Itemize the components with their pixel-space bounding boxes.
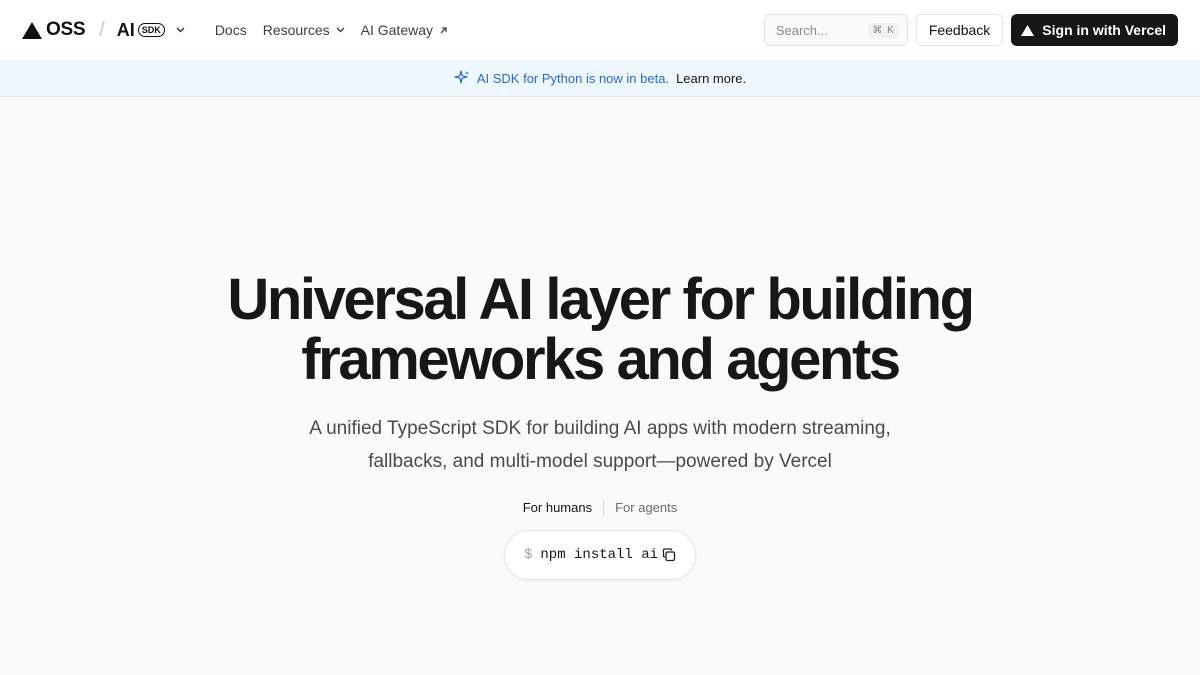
audience-tabs: For humans For agents <box>0 498 1200 517</box>
product-switcher[interactable]: AI SDK <box>117 20 185 41</box>
main-nav: Docs Resources AI Gateway <box>207 16 456 44</box>
copy-button[interactable] <box>659 545 679 565</box>
copy-icon <box>662 548 676 562</box>
hero-title: Universal AI layer for building framewor… <box>150 270 1050 390</box>
vercel-triangle-icon <box>1021 24 1035 36</box>
nav-item-ai-gateway[interactable]: AI Gateway <box>353 16 456 44</box>
nav-item-docs[interactable]: Docs <box>207 16 255 44</box>
learn-more-link[interactable]: Learn more. <box>676 71 746 86</box>
feedback-button[interactable]: Feedback <box>915 14 1004 46</box>
nav-item-label: Docs <box>214 22 247 38</box>
sign-in-label: Sign in with Vercel <box>1042 22 1166 38</box>
sign-in-button[interactable]: Sign in with Vercel <box>1011 14 1178 46</box>
brand-name: OSS <box>46 19 86 40</box>
chevron-down-icon <box>176 27 185 33</box>
top-header: OSS / AI SDK Docs Resources AI Gateway ⌘ <box>0 0 1200 60</box>
hero-title-line-1: Universal AI layer for building <box>227 267 975 332</box>
hero-subtitle-line-2: fallbacks, and multi-model support—power… <box>368 451 832 472</box>
hero-subtitle: A unified TypeScript SDK for building AI… <box>280 412 920 478</box>
install-command-box: $ npm install ai <box>504 530 696 580</box>
search-box[interactable]: ⌘ K <box>763 14 908 46</box>
triangle-logo-icon <box>22 21 42 39</box>
sparkle-icon <box>454 70 469 84</box>
install-command[interactable]: npm install ai <box>540 547 658 563</box>
nav-item-label: AI Gateway <box>360 22 434 38</box>
banner-text: AI SDK for Python is now in beta. <box>476 70 670 86</box>
announcement-banner: AI SDK for Python is now in beta. Learn … <box>0 60 1200 97</box>
arrow-up-right-icon <box>440 26 447 33</box>
nav-item-label: Resources <box>262 22 330 38</box>
hero-title-line-2: frameworks and agents <box>301 327 901 392</box>
search-input[interactable] <box>775 22 866 38</box>
divider-slash: / <box>99 18 105 41</box>
hero-subtitle-line-1: A unified TypeScript SDK for building AI… <box>309 418 891 439</box>
oss-logo[interactable]: OSS <box>22 19 86 41</box>
nav-item-resources[interactable]: Resources <box>255 16 353 44</box>
chevron-down-icon <box>336 27 345 33</box>
search-shortcut: ⌘ K <box>868 22 899 38</box>
product-badge: SDK <box>137 23 165 37</box>
tab-for-humans[interactable]: For humans <box>512 498 603 517</box>
product-name: AI <box>116 19 135 40</box>
tab-for-agents[interactable]: For agents <box>604 498 688 517</box>
header-actions: ⌘ K Feedback Sign in with Vercel <box>763 14 1178 46</box>
hero-section: Universal AI layer for building framewor… <box>0 270 1200 580</box>
shell-prompt: $ <box>524 547 533 563</box>
